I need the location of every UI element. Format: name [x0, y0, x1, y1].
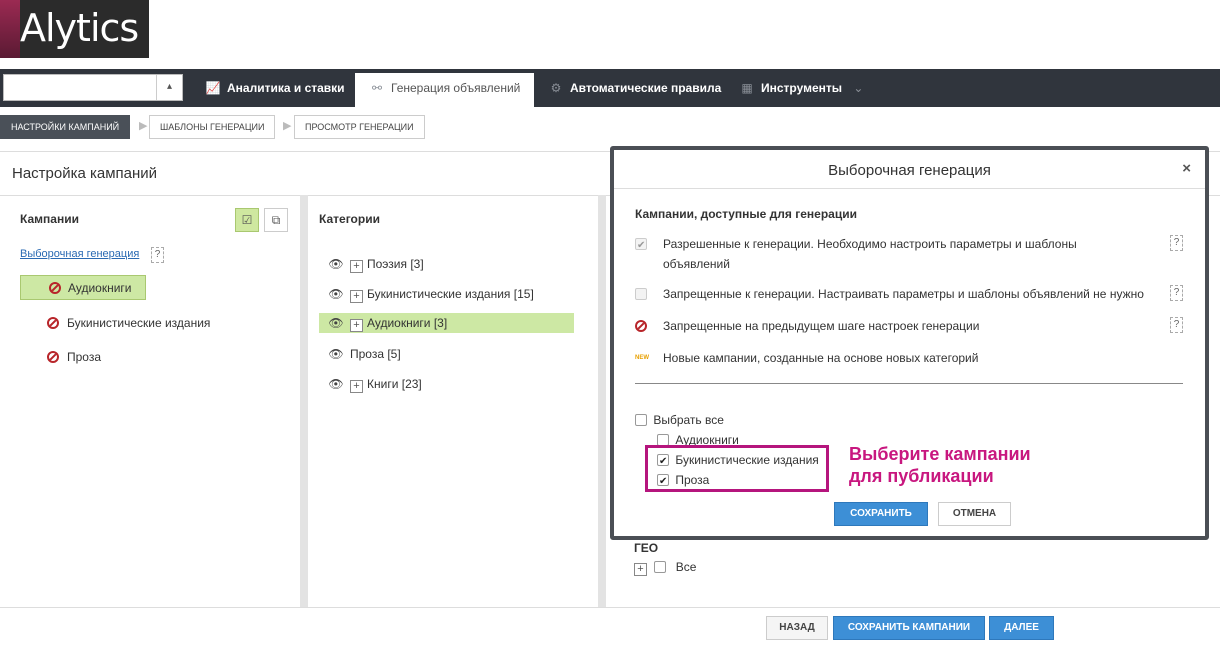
checkbox-checked-icon: ☑	[241, 213, 253, 227]
column-splitter[interactable]	[300, 195, 308, 607]
step-generation-preview[interactable]: ПРОСМОТР ГЕНЕРАЦИИ	[294, 115, 425, 139]
help-icon[interactable]: ?	[1170, 235, 1183, 251]
gear-icon: ⚙	[550, 81, 562, 95]
ban-icon	[635, 316, 647, 336]
category-row[interactable]: 👁 + Букинистические издания [15]	[328, 284, 534, 304]
annotation-highlight-box	[645, 445, 829, 492]
expand-icon[interactable]: +	[350, 380, 363, 393]
tab-ad-generation-label: Генерация объявлений	[391, 81, 521, 95]
check-multiple-button[interactable]: ⧉	[264, 208, 288, 232]
legend-allowed-text: Разрешенные к генерации. Необходимо наст…	[663, 234, 1133, 274]
chevron-right-icon: ▶	[283, 120, 292, 132]
expand-icon[interactable]: +	[350, 290, 363, 303]
legend-text: объявлений	[663, 257, 730, 271]
eye-icon[interactable]: 👁	[328, 374, 344, 394]
tab-tools-label: Инструменты	[761, 81, 843, 95]
annotation-callout: Выберите кампании для публикации	[849, 443, 1031, 487]
next-button[interactable]: ДАЛЕЕ	[989, 616, 1054, 640]
tab-auto-rules[interactable]: ⚙ Автоматические правила	[548, 73, 722, 107]
campaign-label: Букинистические издания	[67, 316, 211, 330]
eye-icon[interactable]: 👁	[328, 313, 344, 333]
category-row[interactable]: 👁 Проза [5]	[328, 344, 401, 364]
ban-icon	[47, 351, 59, 363]
campaign-item-audiobooks[interactable]: Аудиокниги	[20, 275, 146, 300]
campaign-item-prose[interactable]: Проза	[47, 350, 101, 364]
category-label: Аудиокниги [3]	[367, 316, 448, 330]
geo-all-row[interactable]: + Все	[634, 560, 696, 576]
eye-icon[interactable]: 👁	[328, 254, 344, 274]
expand-icon[interactable]: +	[350, 319, 363, 332]
modal-title: Выборочная генерация	[828, 162, 991, 179]
tab-analytics[interactable]: 📈 Аналитика и ставки	[205, 73, 345, 107]
campaign-label: Аудиокниги	[68, 281, 132, 295]
check-all-button[interactable]: ☑	[235, 208, 259, 232]
help-icon[interactable]: ?	[151, 247, 164, 263]
category-row[interactable]: 👁 + Книги [23]	[328, 374, 422, 394]
tab-auto-rules-label: Автоматические правила	[570, 81, 722, 95]
legend-forbidden-icon	[635, 284, 647, 304]
select-all-label: Выбрать все	[653, 413, 724, 427]
geo-all-checkbox[interactable]	[654, 561, 667, 573]
callout-line: для публикации	[849, 466, 994, 486]
tab-analytics-label: Аналитика и ставки	[227, 81, 345, 95]
ban-icon	[49, 282, 61, 294]
select-all-checkbox[interactable]	[635, 414, 647, 426]
legend-allowed-icon	[635, 234, 647, 256]
select-arrows-icon[interactable]: ▴	[156, 75, 182, 100]
help-icon[interactable]: ?	[1170, 285, 1183, 301]
modal-save-button[interactable]: СОХРАНИТЬ	[834, 502, 928, 526]
category-label: Поэзия [3]	[367, 257, 424, 271]
legend-forbidden-text: Запрещенные к генерации. Настраивать пар…	[663, 287, 1144, 301]
campaign-label: Проза	[67, 350, 102, 364]
expand-icon[interactable]: +	[350, 260, 363, 273]
modal-header: Выборочная генерация ×	[614, 150, 1205, 189]
selective-generation-link[interactable]: Выборочная генерация	[20, 248, 139, 260]
close-icon[interactable]: ×	[1182, 160, 1191, 177]
campaigns-title: Кампании	[20, 212, 79, 226]
chevron-down-icon: ⌄	[853, 81, 864, 95]
campaign-item-antiquarian[interactable]: Букинистические издания	[47, 316, 210, 330]
help-icon[interactable]: ?	[1170, 317, 1183, 333]
column-splitter[interactable]	[598, 195, 606, 607]
category-label: Букинистические издания [15]	[367, 287, 534, 301]
tab-ad-generation[interactable]: ⚯ Генерация объявлений	[355, 73, 534, 107]
category-row[interactable]: 👁 + Поэзия [3]	[328, 254, 424, 274]
legend-prev-forbidden-text: Запрещенные на предыдущем шаге настроек …	[663, 319, 980, 333]
step-generation-templates[interactable]: ШАБЛОНЫ ГЕНЕРАЦИИ	[149, 115, 276, 139]
logo-mark	[0, 0, 20, 58]
page-title: Настройка кампаний	[12, 165, 158, 182]
geo-title: ГЕО	[634, 541, 659, 555]
back-button[interactable]: НАЗАД	[766, 616, 828, 640]
tab-tools[interactable]: ▦ Инструменты ⌄	[739, 73, 863, 107]
checkbox-multi-icon: ⧉	[271, 213, 281, 227]
category-label: Проза [5]	[350, 347, 401, 361]
expand-icon[interactable]: +	[634, 563, 647, 576]
new-badge-icon: NEW	[635, 355, 649, 361]
step-campaign-settings[interactable]: НАСТРОЙКИ КАМПАНИЙ	[0, 115, 131, 139]
categories-title: Категории	[319, 212, 380, 226]
modal-section-title: Кампании, доступные для генерации	[635, 207, 857, 221]
chevron-right-icon: ▶	[139, 120, 148, 132]
category-row-selected[interactable]: 👁 + Аудиокниги [3]	[319, 313, 574, 333]
app-logo[interactable]: Alytics	[0, 0, 149, 58]
ban-icon	[47, 317, 59, 329]
geo-all-label: Все	[675, 560, 697, 574]
legend-new-text: Новые кампании, созданные на основе новы…	[663, 351, 979, 365]
legend-text: Разрешенные к генерации. Необходимо наст…	[663, 237, 1077, 251]
logo-text: Alytics	[20, 6, 139, 50]
callout-line: Выберите кампании	[849, 444, 1031, 464]
modal-cancel-button[interactable]: ОТМЕНА	[938, 502, 1011, 526]
eye-icon[interactable]: 👁	[328, 344, 344, 364]
save-campaigns-button[interactable]: СОХРАНИТЬ КАМПАНИИ	[833, 616, 985, 640]
chart-line-icon: 📈	[205, 81, 221, 95]
hierarchy-icon: ⚯	[371, 81, 383, 95]
project-select[interactable]: ▴	[3, 74, 183, 101]
eye-icon[interactable]: 👁	[328, 284, 344, 304]
grid-icon: ▦	[741, 81, 753, 95]
select-all-row[interactable]: Выбрать все	[635, 410, 724, 430]
category-label: Книги [23]	[367, 377, 422, 391]
